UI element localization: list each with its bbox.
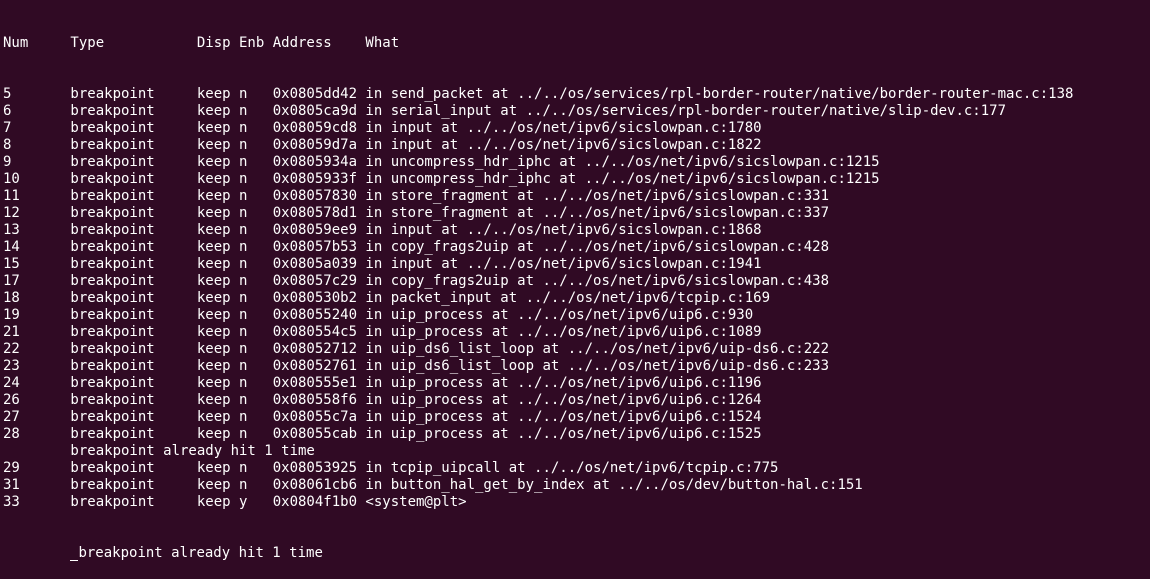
table-row: 31 breakpoint keep n 0x08061cb6 in butto… <box>3 477 863 493</box>
last-line-text: breakpoint already hit 1 time <box>78 545 323 561</box>
table-row: 7 breakpoint keep n 0x08059cd8 in input … <box>3 120 762 136</box>
table-row: breakpoint already hit 1 time <box>3 443 315 459</box>
table-row: 17 breakpoint keep n 0x08057c29 in copy_… <box>3 273 830 289</box>
table-row: 22 breakpoint keep n 0x08052712 in uip_d… <box>3 341 830 357</box>
table-row: 15 breakpoint keep n 0x0805a039 in input… <box>3 256 762 272</box>
table-row: 14 breakpoint keep n 0x08057b53 in copy_… <box>3 239 830 255</box>
table-row: 26 breakpoint keep n 0x080558f6 in uip_p… <box>3 392 762 408</box>
table-row: 9 breakpoint keep n 0x0805934a in uncomp… <box>3 154 880 170</box>
table-row: 33 breakpoint keep y 0x0804f1b0 <system@… <box>3 494 467 510</box>
table-row: 27 breakpoint keep n 0x08055c7a in uip_p… <box>3 409 762 425</box>
table-row: 28 breakpoint keep n 0x08055cab in uip_p… <box>3 426 762 442</box>
table-row: 24 breakpoint keep n 0x080555e1 in uip_p… <box>3 375 762 391</box>
table-row: 19 breakpoint keep n 0x08055240 in uip_p… <box>3 307 754 323</box>
table-row: 12 breakpoint keep n 0x080578d1 in store… <box>3 205 830 221</box>
table-row: 23 breakpoint keep n 0x08052761 in uip_d… <box>3 358 830 374</box>
table-row: 29 breakpoint keep n 0x08053925 in tcpip… <box>3 460 779 476</box>
table-row: 13 breakpoint keep n 0x08059ee9 in input… <box>3 222 762 238</box>
last-line[interactable]: breakpoint already hit 1 time <box>3 545 1150 562</box>
table-row: 6 breakpoint keep n 0x0805ca9d in serial… <box>3 103 1007 119</box>
table-row: 18 breakpoint keep n 0x080530b2 in packe… <box>3 290 771 306</box>
table-row: 5 breakpoint keep n 0x0805dd42 in send_p… <box>3 86 1074 102</box>
table-row: 21 breakpoint keep n 0x080554c5 in uip_p… <box>3 324 762 340</box>
breakpoint-table: 5 breakpoint keep n 0x0805dd42 in send_p… <box>3 86 1150 511</box>
table-header: Num Type Disp Enb Address What <box>3 35 400 51</box>
table-row: 8 breakpoint keep n 0x08059d7a in input … <box>3 137 762 153</box>
terminal-cursor <box>70 545 79 562</box>
table-row: 10 breakpoint keep n 0x0805933f in uncom… <box>3 171 880 187</box>
terminal-output[interactable]: Num Type Disp Enb Address What 5 breakpo… <box>0 0 1150 561</box>
table-row: 11 breakpoint keep n 0x08057830 in store… <box>3 188 830 204</box>
